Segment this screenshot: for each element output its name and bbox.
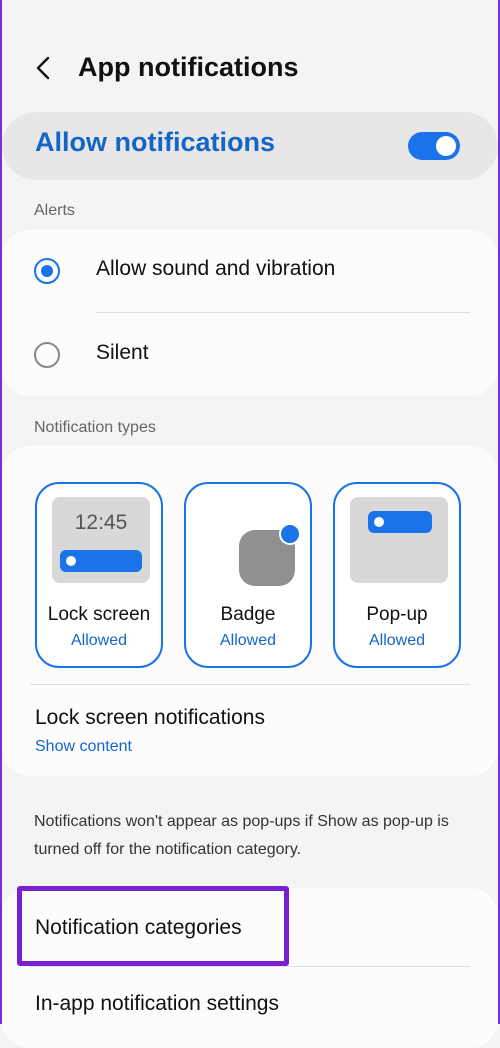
option-label: Silent: [96, 341, 149, 364]
bar-dot: [66, 556, 76, 566]
allow-notifications-label: Allow notifications: [35, 127, 275, 157]
alerts-section-label: Alerts: [34, 202, 75, 219]
app-header: App notifications: [0, 40, 500, 96]
popup-bar-icon: [368, 511, 432, 533]
tile-badge[interactable]: Badge Allowed: [184, 482, 312, 668]
option-allow-sound-vibration[interactable]: Allow sound and vibration: [2, 230, 498, 312]
tile-name: Lock screen: [47, 604, 151, 625]
bar-dot: [374, 517, 384, 527]
badge-dot-icon: [279, 523, 301, 545]
chevron-left-icon: [36, 56, 50, 80]
lock-screen-notifications-title: Lock screen notifications: [35, 706, 265, 729]
tile-name: Badge: [220, 604, 276, 625]
in-app-notification-settings-row[interactable]: In-app notification settings: [2, 970, 498, 1040]
clock-text: 12:45: [74, 511, 128, 534]
radio-unselected[interactable]: [34, 342, 60, 368]
popup-illustration: [350, 497, 448, 583]
radio-dot: [41, 265, 53, 277]
page-title: App notifications: [78, 52, 299, 82]
row-label: In-app notification settings: [35, 992, 279, 1015]
divider: [30, 684, 470, 685]
lock-screen-illustration: 12:45: [52, 497, 150, 583]
option-label: Allow sound and vibration: [96, 257, 336, 280]
notification-types-section-label: Notification types: [34, 419, 156, 436]
tile-status: Allowed: [70, 632, 128, 649]
divider: [96, 312, 470, 313]
radio-selected[interactable]: [34, 258, 60, 284]
divider: [30, 966, 470, 967]
allow-notifications-row[interactable]: Allow notifications: [2, 112, 498, 180]
tile-status: Allowed: [368, 632, 426, 649]
tile-lock-screen[interactable]: 12:45 Lock screen Allowed: [35, 482, 163, 668]
tile-popup[interactable]: Pop-up Allowed: [333, 482, 461, 668]
notification-bar-icon: [60, 550, 142, 572]
notification-types-card: 12:45 Lock screen Allowed Badge Allowed …: [2, 446, 498, 776]
badge-illustration: [201, 497, 301, 586]
lock-screen-notifications-row[interactable]: Lock screen notifications Show content: [2, 700, 498, 766]
allow-notifications-toggle[interactable]: [408, 132, 460, 160]
popup-info-text: Notifications won't appear as pop-ups if…: [34, 813, 449, 858]
tile-status: Allowed: [219, 632, 277, 649]
toggle-knob: [436, 136, 456, 156]
tile-name: Pop-up: [366, 604, 428, 625]
highlight-box: [17, 886, 289, 966]
option-silent[interactable]: Silent: [2, 314, 498, 396]
lock-screen-notifications-value: Show content: [35, 738, 132, 755]
alerts-card: Allow sound and vibration Silent: [2, 230, 498, 396]
back-button[interactable]: [26, 50, 62, 86]
